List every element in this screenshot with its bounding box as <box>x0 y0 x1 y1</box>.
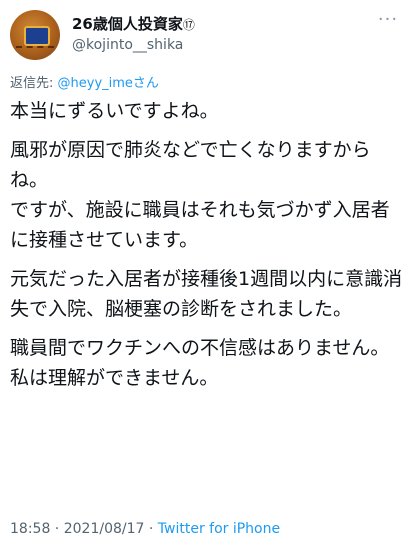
tweet-paragraph: 職員間でワクチンへの不信感はありません。 私は理解ができません。 <box>10 337 390 389</box>
meta-separator: · <box>50 521 64 537</box>
tweet-meta: 18:58 · 2021/08/17 · Twitter for iPhone <box>10 521 280 537</box>
tweet-time[interactable]: 18:58 <box>10 521 50 537</box>
tweet-text: 本当にずるいですよね。 風邪が原因で肺炎などで亡くなりますからね。 ですが、施設… <box>10 96 405 402</box>
display-name[interactable]: 26歳個人投資家⑰ <box>72 13 195 34</box>
tweet-paragraph: 本当にずるいですよね。 <box>10 100 219 122</box>
display-name-text: 26歳個人投資家 <box>72 15 183 33</box>
display-name-suffix: ⑰ <box>182 18 195 32</box>
reply-mention-link[interactable]: @heyy_ime <box>58 76 133 91</box>
tweet-source-link[interactable]: Twitter for iPhone <box>158 521 280 537</box>
avatar-stitch <box>16 46 54 52</box>
tweet-paragraph: 元気だった入居者が接種後1週間以内に意識消失で入院、脳梗塞の診断をされました。 <box>10 268 403 320</box>
meta-separator: · <box>144 521 158 537</box>
tweet-paragraph: 風邪が原因で肺炎などで亡くなりますからね。 ですが、施設に職員はそれも気づかず入… <box>10 139 390 251</box>
avatar[interactable] <box>10 10 60 60</box>
avatar-logo <box>24 26 50 46</box>
reply-mention-suffix: さん <box>132 76 159 91</box>
more-horizontal-icon[interactable]: ··· <box>377 11 399 29</box>
tweet-date[interactable]: 2021/08/17 <box>64 521 145 537</box>
username[interactable]: @kojinto__shika <box>72 37 183 53</box>
reply-to-prefix: 返信先: <box>10 76 58 91</box>
tweet-header: 26歳個人投資家⑰ @kojinto__shika ··· <box>0 0 411 62</box>
reply-to-line: 返信先: @heyy_imeさん <box>10 72 159 91</box>
